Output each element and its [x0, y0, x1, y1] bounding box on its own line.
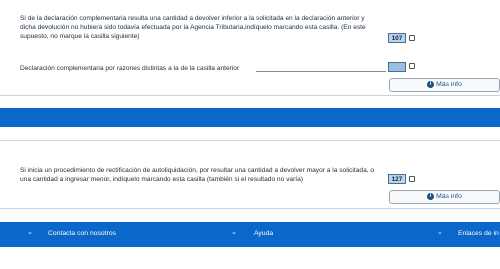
checkbox-127[interactable] [409, 176, 415, 182]
box-empty [388, 62, 406, 72]
chevron-down-icon: ⌄ [27, 229, 33, 236]
footer-contacta[interactable]: Contacta con nosotros [48, 229, 116, 239]
mas-info-button-2[interactable]: i Más info [389, 190, 500, 204]
chevron-down-icon: ⌄ [231, 229, 237, 236]
mas-info-label-2: Más info [436, 193, 462, 200]
row2-underline [256, 71, 386, 72]
section-1-text: Si de la declaración complementaria resu… [20, 15, 366, 40]
mas-info-button-1[interactable]: i Más info [389, 78, 500, 92]
section-1-row2-text: Declaración complementaria por razones d… [20, 65, 240, 72]
mas-info-label-1: Más info [436, 81, 462, 88]
info-icon: i [427, 80, 435, 88]
footer-ayuda[interactable]: Ayuda [254, 229, 273, 239]
checkbox-row2[interactable] [409, 63, 415, 69]
blue-separator-bar [0, 108, 500, 127]
section-2-text: Si inicia un procedimiento de rectificac… [20, 167, 375, 183]
info-icon: i [427, 192, 435, 200]
box-127: 127 [388, 174, 406, 184]
divider-1 [0, 95, 500, 96]
footer-enlaces[interactable]: Enlaces de in [458, 229, 500, 239]
checkbox-107[interactable] [409, 35, 415, 41]
divider-3 [0, 208, 500, 209]
divider-2 [0, 140, 500, 141]
chevron-down-icon: ⌄ [437, 229, 443, 236]
box-107: 107 [388, 33, 406, 43]
